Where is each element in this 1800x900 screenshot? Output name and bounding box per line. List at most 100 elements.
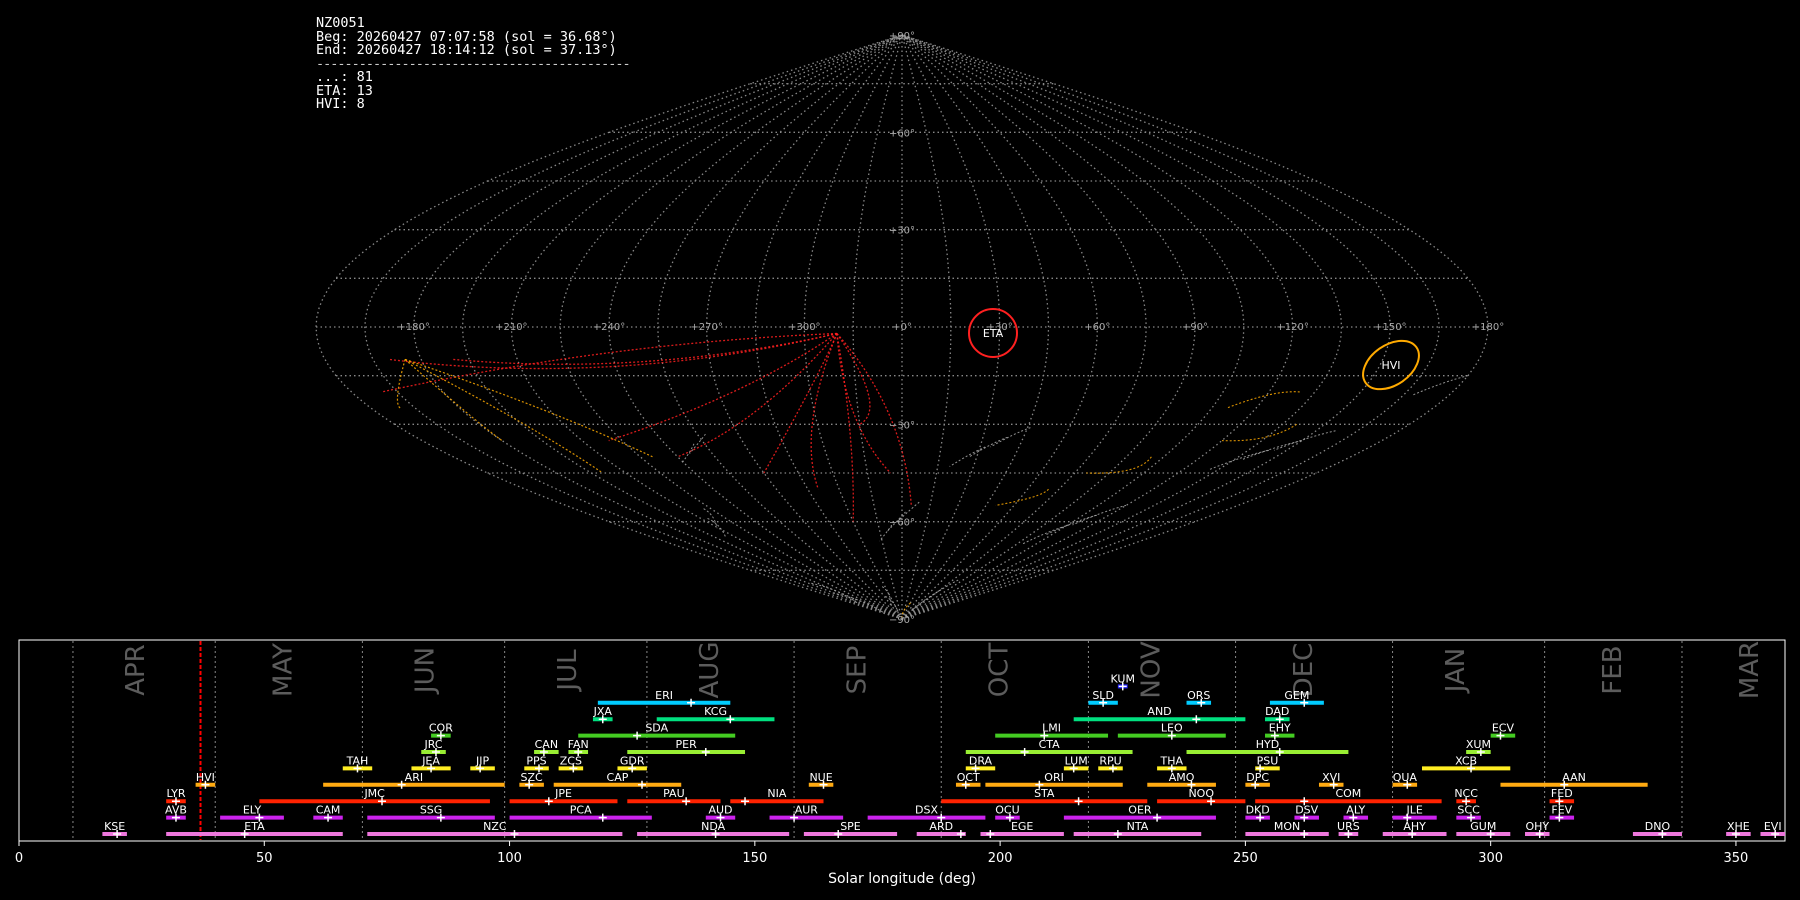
longitude-tick-label: +60° [1084,322,1110,333]
hvi-trace [404,358,604,474]
shower-label: CTA [1039,738,1061,751]
longitude-tick-label: +90° [1182,322,1208,333]
x-tick-label: 250 [1233,851,1258,866]
month-label: SEP [842,646,872,695]
shower-peak-marker [598,813,607,822]
shower-label: LUM [1065,754,1088,767]
shower-label: EVI [1764,820,1782,833]
x-tick-label: 150 [742,851,767,866]
shower-label: KCG [704,705,727,718]
shower-peak-marker [1020,748,1029,756]
hvi-trace [396,359,406,409]
x-tick-label: 300 [1478,851,1503,866]
shower-peak-marker [1153,813,1162,822]
sporadic-trace [949,446,986,467]
eta-trace [836,333,855,522]
shower-label: EGE [1011,820,1033,833]
sporadic-trace [881,586,892,607]
shower-label: JPE [554,787,572,800]
shower-peak-marker [510,830,519,838]
month-label: OCT [985,643,1015,698]
month-label: MAR [1735,641,1765,699]
shower-label: ORI [1044,771,1064,784]
shower-label: AVB [165,804,187,817]
shower-label: QUA [1393,771,1418,784]
shower-label: OCT [957,771,980,784]
shower-label: NDA [701,820,726,833]
sporadic-trace [681,443,695,464]
latitude-tick-label: +30° [889,226,915,237]
latitude-tick-label: +90° [889,31,915,42]
shower-label: KSE [104,820,125,833]
shower-label: OCU [995,804,1019,817]
shower-label: KUM [1111,672,1135,685]
sporadic-trace [969,436,1008,458]
shower-label: CAM [316,804,341,817]
shower-label: JMC [363,787,385,800]
shower-label: AHY [1403,820,1426,833]
longitude-tick-label: +210° [495,322,527,333]
shower-label: ALY [1346,804,1365,817]
shower-label: NCC [1454,787,1478,800]
shower-peak-marker [956,830,965,838]
shower-label: MON [1274,820,1300,833]
longitude-tick-label: +300° [788,322,820,333]
shower-label: SDA [645,722,668,735]
sporadic-trace [1273,430,1336,451]
shower-peak-marker [544,797,553,806]
hvi-radiant-label: HVI [1381,359,1400,372]
sky-map: +180° +150° +120° +90° +60° +30° +0° +300° +270°… [315,31,1504,626]
shower-peak-marker [687,698,696,707]
shower-timeline-chart: APR MAY JUN JUL AUG SEP OCT NOV DEC JAN FEB MAR KUM… [15,639,1786,887]
longitude-tick-label: +180° [397,322,429,333]
shower-label: HYD [1256,738,1279,751]
shower-label: TAH [346,754,369,767]
shower-label: OHY [1525,820,1549,833]
shower-label: AAN [1562,771,1586,784]
meteor-traces [381,332,1469,620]
eta-radiant-label: ETA [983,327,1004,340]
shower-peak-marker [701,748,710,756]
shower-label: JIP [475,754,489,767]
shower-label: ORS [1187,689,1210,702]
sky-axis-labels: +180° +150° +120° +90° +60° +30° +0° +300° +270°… [397,31,1504,626]
shower-label: NOO [1188,787,1214,800]
month-label: JUN [411,647,441,695]
shower-label: PER [676,738,698,751]
shower-label: PCA [570,804,592,817]
shower-label: NIA [767,787,786,800]
eta-trace [388,332,838,370]
shower-label: JEA [421,754,440,767]
shower-label: PSU [1257,754,1279,767]
month-label: MAY [268,643,298,697]
x-tick-label: 100 [497,851,522,866]
shower-label: PAU [663,787,685,800]
x-tick-label: 50 [256,851,273,866]
shower-label: ZCS [560,754,582,767]
x-tick-label: 200 [988,851,1013,866]
month-label: NOV [1137,641,1167,698]
shower-label: SZC [521,771,544,784]
shower-label: THA [1160,754,1184,767]
shower-label: ERI [655,689,673,702]
month-label: JUL [553,649,583,693]
shower-label: EHY [1269,722,1291,735]
month-label: APR [121,644,151,696]
hvi-trace [1226,391,1300,409]
shower-label: DSX [915,804,938,817]
month-label: FEB [1598,645,1628,694]
x-axis: 0 50 100 150 200 250 300 350 [15,841,1748,866]
shower-label: NZC [483,820,507,833]
shower-label: JLE [1405,804,1422,817]
shower-label: GEM [1284,689,1309,702]
longitude-tick-label: +120° [1276,322,1308,333]
shower-label: SSG [420,804,443,817]
shower-label: JRC [424,738,443,751]
shower-bars: KUM ERI SLD ORS GEM JXA KCG AND DAD COR SDA LMI LEO E… [102,672,1785,838]
shower-label: OER [1128,804,1152,817]
shower-peak-marker [741,797,750,806]
latitude-tick-label: −60° [889,518,915,529]
shower-label: DKD [1246,804,1270,817]
shower-label: ARD [929,820,953,833]
shower-peak-marker [1113,830,1122,838]
